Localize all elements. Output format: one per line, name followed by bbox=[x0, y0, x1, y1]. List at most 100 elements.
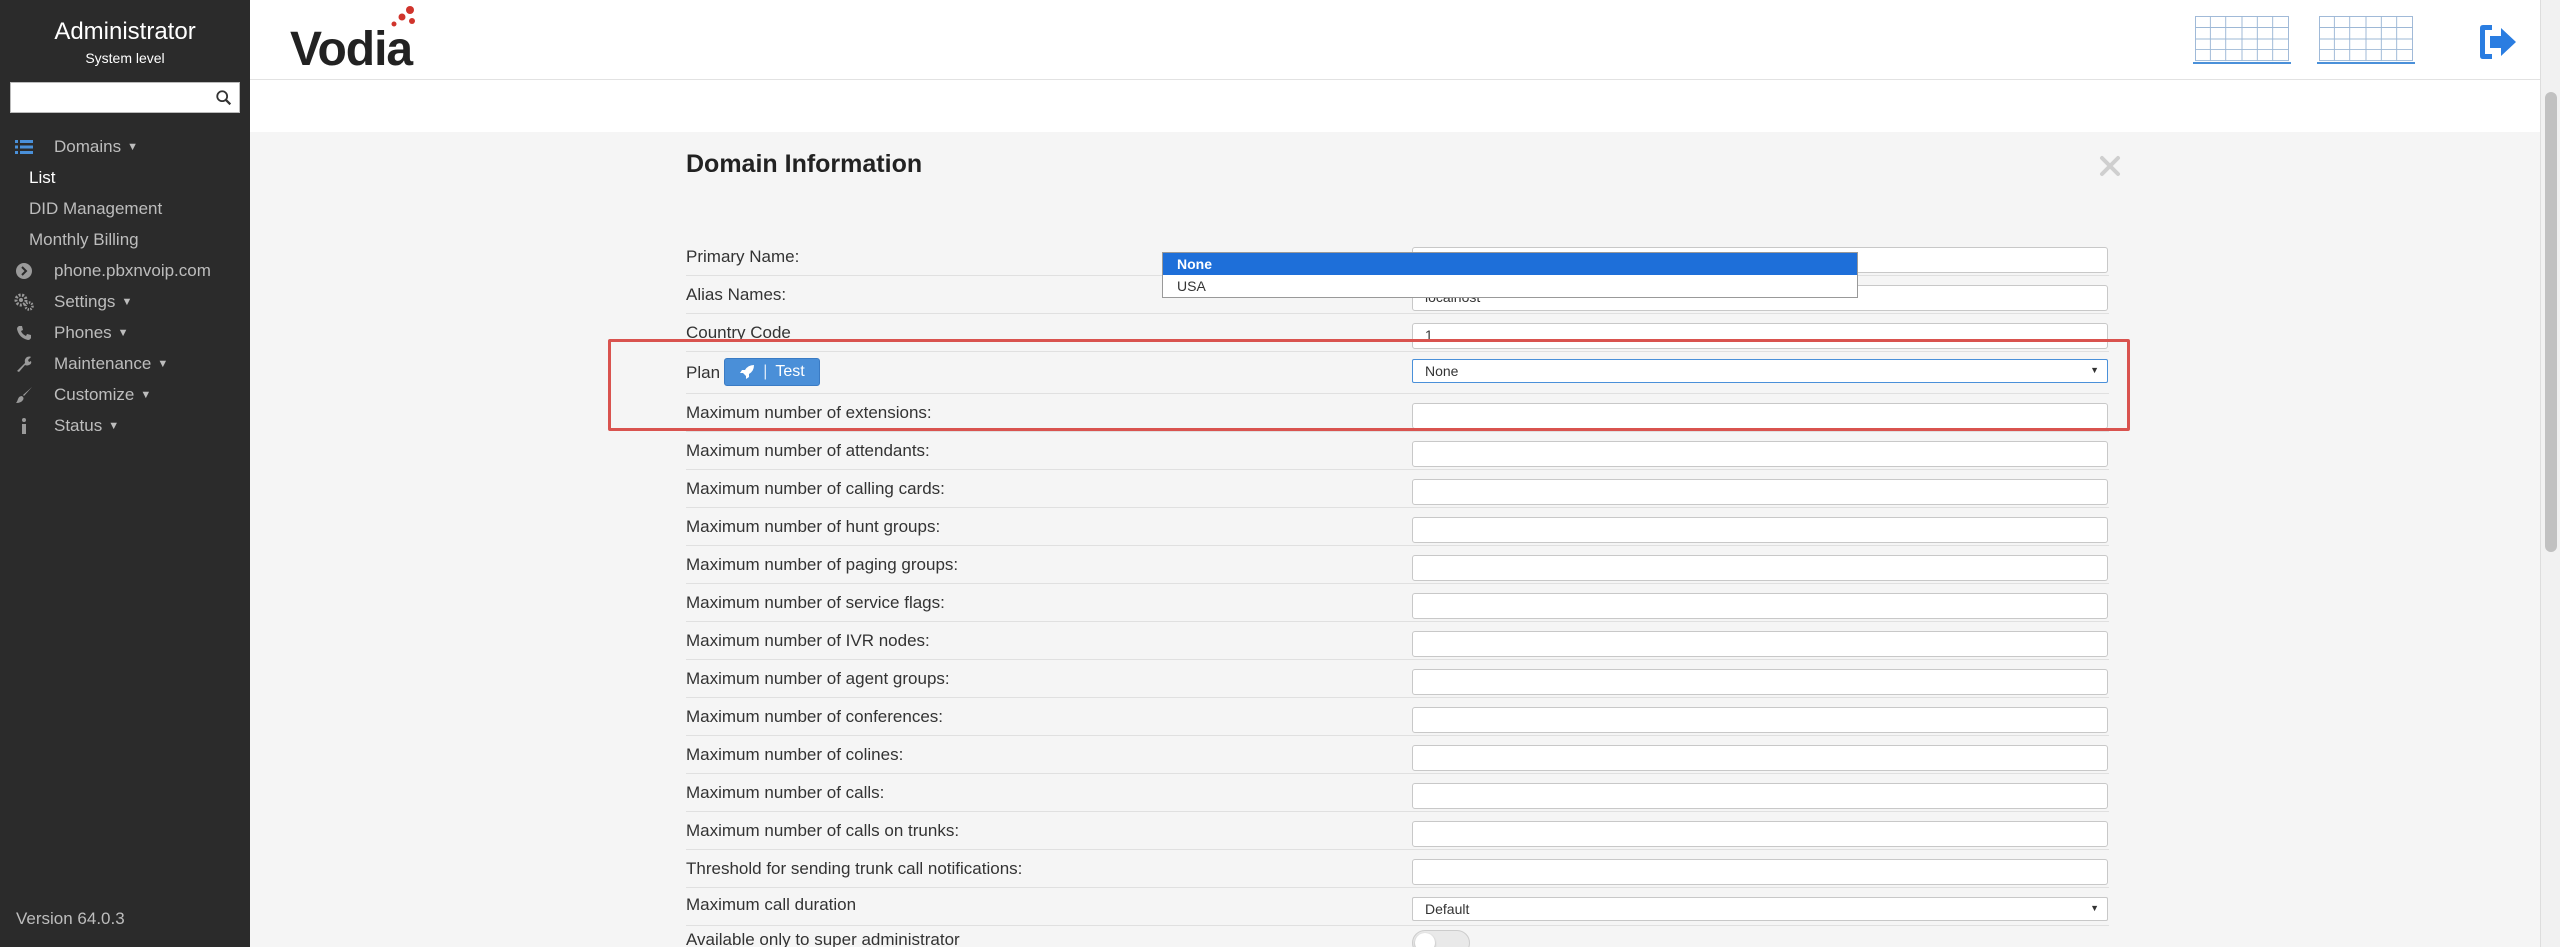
form-row-max-conferences: Maximum number of conferences: bbox=[686, 698, 2109, 736]
field-label: Maximum number of calls on trunks: bbox=[686, 821, 960, 840]
max-hunt-groups-input[interactable] bbox=[1412, 517, 2108, 543]
button-separator: | bbox=[763, 363, 768, 380]
page-scrollbar[interactable] bbox=[2540, 0, 2560, 947]
gears-icon bbox=[14, 292, 34, 312]
field-label: Alias Names: bbox=[686, 285, 787, 304]
sidebar: Administrator System level Domains ▼ Lis… bbox=[0, 0, 250, 947]
toggle-knob bbox=[1415, 933, 1435, 947]
max-colines-input[interactable] bbox=[1412, 745, 2108, 771]
form-row-max-calls: Maximum number of calls: bbox=[686, 774, 2109, 812]
grid-view-icon[interactable] bbox=[2193, 16, 2291, 64]
sidebar-item-domain[interactable]: phone.pbxnvoip.com bbox=[0, 255, 250, 286]
rocket-icon bbox=[740, 365, 755, 379]
sidebar-item-label: Settings bbox=[54, 291, 116, 311]
field-label: Maximum number of attendants: bbox=[686, 441, 930, 460]
max-extensions-input[interactable] bbox=[1412, 403, 2108, 429]
header: Vodia bbox=[250, 0, 2540, 80]
version-label: Version 64.0.3 bbox=[16, 909, 125, 928]
max-call-duration-select[interactable]: Default ▼ bbox=[1412, 897, 2108, 921]
field-label: Threshold for sending trunk call notific… bbox=[686, 859, 1023, 878]
caret-down-icon: ▼ bbox=[127, 140, 138, 153]
brush-icon bbox=[14, 385, 34, 405]
form-row-max-call-duration: Maximum call duration Default ▼ bbox=[686, 888, 2109, 926]
sidebar-item-did-management[interactable]: DID Management bbox=[0, 193, 250, 224]
super-admin-toggle[interactable] bbox=[1412, 930, 1470, 947]
field-label: Maximum number of paging groups: bbox=[686, 555, 959, 574]
sidebar-item-label: Phones bbox=[54, 322, 112, 342]
form-row-max-hunt-groups: Maximum number of hunt groups: bbox=[686, 508, 2109, 546]
plan-select[interactable]: None ▼ bbox=[1412, 359, 2108, 383]
form-row-max-service-flags: Maximum number of service flags: bbox=[686, 584, 2109, 622]
field-label: Maximum number of extensions: bbox=[686, 403, 932, 422]
plan-dropdown-list: None USA bbox=[1162, 252, 1858, 298]
plan-option-none[interactable]: None bbox=[1163, 253, 1857, 275]
scrollbar-thumb[interactable] bbox=[2545, 92, 2557, 552]
form-row-max-ivr-nodes: Maximum number of IVR nodes: bbox=[686, 622, 2109, 660]
dropdown-arrow-icon: ▼ bbox=[2090, 365, 2099, 375]
logo-dots-icon bbox=[391, 6, 415, 27]
call-duration-value: Default bbox=[1425, 901, 1470, 917]
caret-down-icon: ▼ bbox=[140, 388, 152, 401]
form-row-trunk-threshold: Threshold for sending trunk call notific… bbox=[686, 850, 2109, 888]
form-row-max-agent-groups: Maximum number of agent groups: bbox=[686, 660, 2109, 698]
max-attendants-input[interactable] bbox=[1412, 441, 2108, 467]
sidebar-item-status[interactable]: Status ▼ bbox=[0, 410, 250, 441]
sidebar-search bbox=[10, 82, 240, 113]
test-button-label: Test bbox=[775, 363, 805, 380]
test-plan-button[interactable]: | Test bbox=[724, 358, 820, 386]
form-row-country-code: Country Code 1 bbox=[686, 314, 2109, 352]
dropdown-arrow-icon: ▼ bbox=[2090, 903, 2099, 913]
field-label: Maximum number of IVR nodes: bbox=[686, 631, 930, 650]
max-ivr-nodes-input[interactable] bbox=[1412, 631, 2108, 657]
form-row-max-extensions: Maximum number of extensions: bbox=[686, 394, 2109, 432]
form-row-max-colines: Maximum number of colines: bbox=[686, 736, 2109, 774]
wrench-icon bbox=[14, 354, 34, 374]
caret-down-icon: ▼ bbox=[157, 357, 169, 370]
sidebar-item-label: Domains bbox=[54, 136, 122, 156]
logout-icon[interactable] bbox=[2476, 22, 2520, 62]
sidebar-item-phones[interactable]: Phones ▼ bbox=[0, 317, 250, 348]
field-label: Maximum call duration bbox=[686, 895, 857, 914]
max-calls-trunks-input[interactable] bbox=[1412, 821, 2108, 847]
field-label: Maximum number of calling cards: bbox=[686, 479, 945, 498]
search-icon[interactable] bbox=[215, 89, 233, 107]
sidebar-item-list[interactable]: List bbox=[0, 162, 250, 193]
info-icon bbox=[14, 416, 34, 436]
phone-icon bbox=[14, 323, 34, 343]
max-paging-groups-input[interactable] bbox=[1412, 555, 2108, 581]
sidebar-item-maintenance[interactable]: Maintenance ▼ bbox=[0, 348, 250, 379]
list-icon bbox=[14, 137, 34, 157]
plan-option-usa[interactable]: USA bbox=[1163, 275, 1857, 297]
close-icon[interactable] bbox=[2098, 154, 2122, 178]
max-calls-input[interactable] bbox=[1412, 783, 2108, 809]
field-label: Maximum number of agent groups: bbox=[686, 669, 950, 688]
field-label: Maximum number of colines: bbox=[686, 745, 904, 764]
sidebar-level: System level bbox=[85, 50, 165, 66]
sidebar-item-settings[interactable]: Settings ▼ bbox=[0, 286, 250, 317]
max-conferences-input[interactable] bbox=[1412, 707, 2108, 733]
max-service-flags-input[interactable] bbox=[1412, 593, 2108, 619]
search-input[interactable] bbox=[11, 83, 239, 112]
sidebar-item-monthly-billing[interactable]: Monthly Billing bbox=[0, 224, 250, 255]
grid-view-alt-icon[interactable] bbox=[2317, 16, 2415, 64]
sidebar-item-label: Maintenance bbox=[54, 353, 152, 373]
field-label: Maximum number of conferences: bbox=[686, 707, 943, 726]
country-code-input[interactable]: 1 bbox=[1412, 323, 2108, 349]
sidebar-item-customize[interactable]: Customize ▼ bbox=[0, 379, 250, 410]
form-row-super-admin: Available only to super administrator bbox=[686, 926, 2109, 947]
max-agent-groups-input[interactable] bbox=[1412, 669, 2108, 695]
field-label: Maximum number of service flags: bbox=[686, 593, 945, 612]
field-label: Country Code bbox=[686, 323, 791, 342]
sidebar-title: Administrator bbox=[54, 18, 196, 45]
sidebar-item-label: Customize bbox=[54, 384, 135, 404]
plan-select-value: None bbox=[1425, 363, 1459, 379]
max-calling-cards-input[interactable] bbox=[1412, 479, 2108, 505]
caret-down-icon: ▼ bbox=[108, 419, 120, 432]
field-label: Maximum number of hunt groups: bbox=[686, 517, 941, 536]
trunk-threshold-input[interactable] bbox=[1412, 859, 2108, 885]
field-label: Plan bbox=[686, 363, 721, 382]
form-row-plan: Plan | Test None ▼ bbox=[686, 352, 2109, 394]
sidebar-item-domains[interactable]: Domains ▼ bbox=[0, 131, 250, 162]
arrow-circle-icon bbox=[14, 261, 34, 281]
field-label: Primary Name: bbox=[686, 247, 800, 266]
